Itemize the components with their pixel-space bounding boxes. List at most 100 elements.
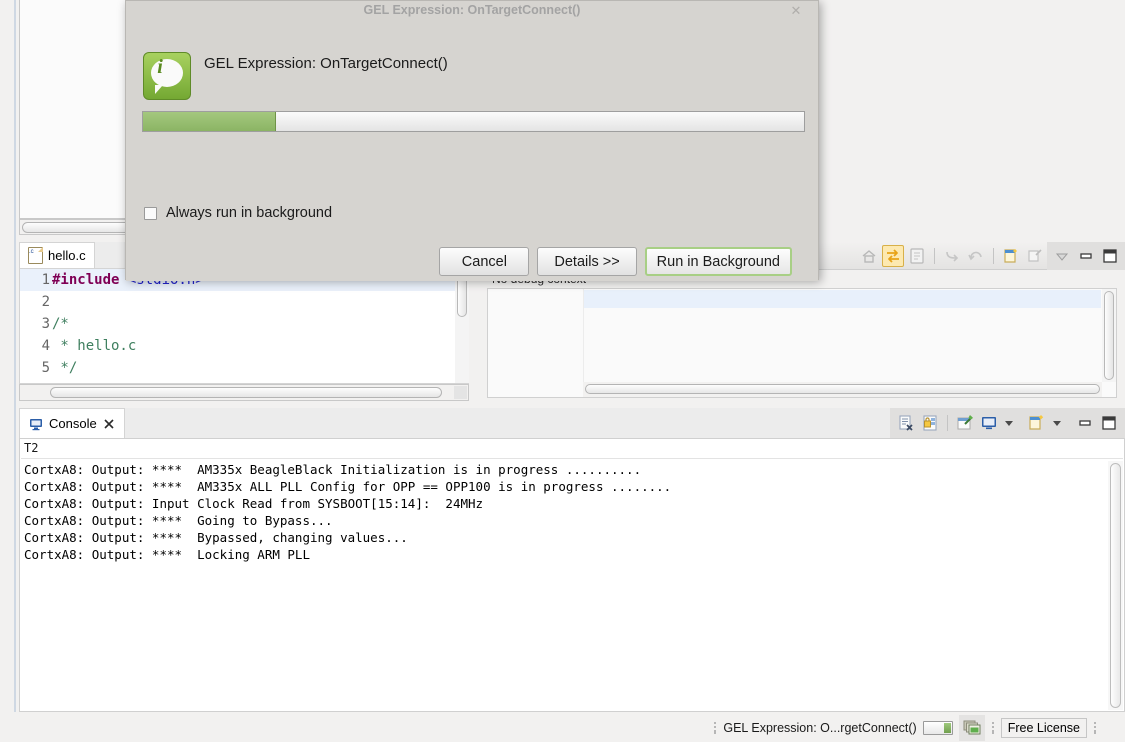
console-vertical-scrollbar[interactable] bbox=[1108, 461, 1123, 710]
table-row[interactable] bbox=[584, 290, 1101, 308]
c-file-icon bbox=[28, 247, 43, 264]
scrollbar-corner bbox=[454, 386, 467, 399]
status-job-text[interactable]: GEL Expression: O...rgetConnect() bbox=[723, 721, 916, 735]
copy-expression-icon[interactable] bbox=[906, 245, 928, 267]
edit-note-icon[interactable] bbox=[1024, 245, 1046, 267]
swap-arrows-icon[interactable] bbox=[882, 245, 904, 267]
line-number: 3 bbox=[41, 316, 50, 332]
info-bubble-icon: i bbox=[143, 52, 191, 100]
console-tab-label: Console bbox=[49, 416, 97, 431]
clear-console-icon[interactable] bbox=[895, 412, 917, 434]
scrollbar-thumb[interactable] bbox=[585, 384, 1100, 394]
lock-scroll-icon[interactable] bbox=[919, 412, 941, 434]
dialog-button-row: Cancel Details >> Run in Background bbox=[439, 247, 792, 276]
progress-fill bbox=[943, 723, 951, 733]
console-tabbar: Console bbox=[19, 408, 1125, 438]
checkbox-box[interactable] bbox=[144, 206, 157, 220]
line-number: 5 bbox=[41, 360, 50, 376]
display-console-icon[interactable] bbox=[978, 412, 1000, 434]
always-run-in-background-checkbox[interactable]: Always run in background bbox=[144, 205, 332, 221]
dialog-titlebar[interactable]: GEL Expression: OnTargetConnect() ✕ bbox=[126, 1, 818, 19]
console-line: CortxA8: Output: **** AM335x ALL PLL Con… bbox=[24, 479, 672, 494]
tab-hello-c[interactable]: hello.c bbox=[19, 242, 95, 268]
status-progress-bar[interactable] bbox=[922, 721, 953, 735]
maximize-icon[interactable] bbox=[1098, 412, 1120, 434]
code-token: * hello.c bbox=[52, 338, 137, 354]
toolbar-separator bbox=[934, 248, 935, 264]
dialog-message: GEL Expression: OnTargetConnect() bbox=[204, 55, 448, 72]
application-window: hello.c 1#include <stdio.h>23/*4 * hello… bbox=[0, 0, 1125, 742]
status-bar: GEL Expression: O...rgetConnect() Free L… bbox=[0, 714, 1125, 742]
display-dropdown-icon[interactable] bbox=[1002, 412, 1024, 434]
window-frame-left bbox=[0, 0, 14, 712]
scrollbar-thumb[interactable] bbox=[1104, 291, 1114, 380]
code-editor[interactable]: 1#include <stdio.h>23/*4 * hello.c5 */ bbox=[19, 268, 469, 384]
scrollbar-thumb[interactable] bbox=[50, 387, 442, 398]
tab-console[interactable]: Console bbox=[19, 408, 125, 438]
editor-vertical-scrollbar[interactable] bbox=[455, 269, 469, 383]
close-icon[interactable]: ✕ bbox=[788, 2, 804, 18]
button-label: Run in Background bbox=[656, 253, 780, 270]
maximize-icon[interactable] bbox=[1099, 245, 1121, 267]
console-output[interactable]: T2 CortxA8: Output: **** AM335x BeagleBl… bbox=[19, 438, 1125, 712]
button-label: Cancel bbox=[461, 253, 507, 270]
new-note-icon[interactable] bbox=[1000, 245, 1022, 267]
minimize-icon[interactable] bbox=[1074, 412, 1096, 434]
console-line: CortxA8: Output: **** Locking ARM PLL bbox=[24, 547, 310, 562]
console-toolbar bbox=[890, 408, 1125, 438]
line-number: 2 bbox=[41, 294, 50, 310]
info-letter: i bbox=[157, 55, 163, 78]
toolbar-separator bbox=[947, 415, 948, 431]
toolbar-separator bbox=[993, 248, 994, 264]
home-icon[interactable] bbox=[858, 245, 880, 267]
console-divider bbox=[21, 458, 1123, 459]
stacked-windows-icon[interactable] bbox=[958, 715, 985, 741]
console-line: CortxA8: Output: **** AM335x BeagleBlack… bbox=[24, 462, 642, 477]
console-line: CortxA8: Output: **** Bypassed, changing… bbox=[24, 530, 408, 545]
code-line: 3/* bbox=[20, 313, 468, 335]
open-console-icon[interactable] bbox=[1026, 412, 1048, 434]
license-status[interactable]: Free License bbox=[1000, 718, 1087, 738]
line-number: 4 bbox=[41, 338, 50, 354]
tab-label: hello.c bbox=[48, 248, 86, 263]
editor-horizontal-scrollbar[interactable] bbox=[19, 384, 469, 401]
variables-table[interactable] bbox=[487, 288, 1117, 398]
code-line: 4 * hello.c bbox=[20, 335, 468, 357]
code-line: 5 */ bbox=[20, 357, 468, 379]
button-label: Details >> bbox=[554, 253, 620, 270]
scrollbar-thumb[interactable] bbox=[1110, 463, 1121, 708]
debug-panel-window-controls bbox=[1047, 242, 1125, 270]
open-console-dropdown-icon[interactable] bbox=[1050, 412, 1072, 434]
dialog-body: i GEL Expression: OnTargetConnect() Alwa… bbox=[126, 19, 818, 281]
code-token: /* bbox=[52, 316, 69, 332]
console-line-list: CortxA8: Output: **** AM335x BeagleBlack… bbox=[24, 461, 1104, 563]
console-line: CortxA8: Output: Input Clock Read from S… bbox=[24, 496, 484, 511]
minimize-icon[interactable] bbox=[1075, 245, 1097, 267]
checkbox-label: Always run in background bbox=[166, 205, 333, 221]
debug-toolbar-icons bbox=[857, 242, 1125, 270]
status-grip bbox=[991, 720, 995, 736]
code-line: 2 bbox=[20, 291, 468, 313]
dialog-title: GEL Expression: OnTargetConnect() bbox=[363, 3, 581, 17]
code-token: #include bbox=[52, 272, 128, 288]
code-lines: 1#include <stdio.h>23/*4 * hello.c5 */ bbox=[20, 269, 468, 379]
console-line: CortxA8: Output: **** Going to Bypass... bbox=[24, 513, 333, 528]
variables-vertical-scrollbar[interactable] bbox=[1102, 289, 1116, 382]
pin-console-icon[interactable] bbox=[954, 412, 976, 434]
status-grip bbox=[713, 720, 717, 736]
cancel-button[interactable]: Cancel bbox=[439, 247, 530, 276]
details-button[interactable]: Details >> bbox=[537, 247, 637, 276]
progress-dialog: GEL Expression: OnTargetConnect() ✕ i GE… bbox=[125, 0, 819, 281]
view-menu-icon[interactable] bbox=[1051, 245, 1073, 267]
progress-fill bbox=[143, 112, 277, 131]
variables-horizontal-scrollbar[interactable] bbox=[583, 382, 1102, 397]
close-icon[interactable] bbox=[103, 418, 115, 430]
console-monitor-icon bbox=[29, 417, 43, 431]
step-return-icon[interactable] bbox=[941, 245, 963, 267]
code-token: */ bbox=[52, 360, 78, 376]
dialog-progress-bar bbox=[142, 111, 805, 132]
status-grip bbox=[1093, 720, 1097, 736]
refresh-icon[interactable] bbox=[965, 245, 987, 267]
run-in-background-button[interactable]: Run in Background bbox=[644, 247, 792, 276]
line-number: 1 bbox=[41, 272, 50, 288]
